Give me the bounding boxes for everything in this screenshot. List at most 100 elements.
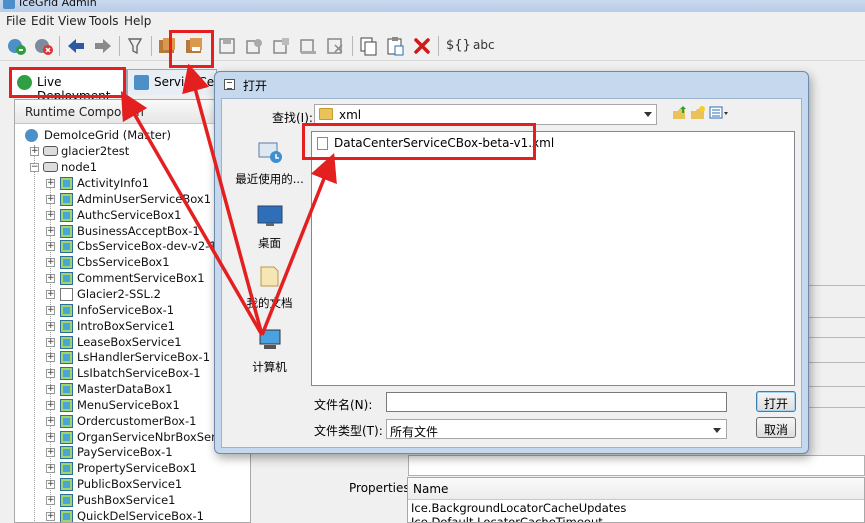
place-computer[interactable]: 计算机	[229, 327, 310, 375]
tree-label: LeaseBoxService1	[77, 334, 182, 349]
place-label: 最近使用的...	[235, 172, 304, 186]
cancel-button[interactable]: 取消	[756, 417, 796, 438]
tab-live-deployment[interactable]: Live Deployment	[10, 69, 127, 103]
expand-icon[interactable]: +	[46, 353, 55, 363]
expand-icon[interactable]: +	[46, 385, 55, 395]
expand-icon[interactable]: +	[46, 305, 55, 315]
menu-file[interactable]: File	[6, 14, 26, 28]
substitute-variables-button[interactable]: ${}	[446, 38, 471, 53]
place-recent[interactable]: 最近使用的...	[229, 139, 310, 187]
view-menu-icon[interactable]	[709, 105, 729, 121]
paste-icon[interactable]	[384, 35, 406, 57]
toolbar-separator	[352, 36, 353, 56]
tree-label: AdminUserServiceBox1	[77, 191, 212, 206]
application-icon	[134, 75, 149, 90]
expand-icon[interactable]: +	[46, 179, 55, 188]
tree-label: QuickDelServiceBox-1	[77, 508, 204, 523]
open-file-icon[interactable]	[183, 35, 205, 57]
chevron-down-icon	[644, 112, 652, 117]
logout-icon[interactable]	[33, 35, 55, 57]
filetype-label: 文件类型(T):	[314, 424, 383, 438]
save-to-file-icon[interactable]	[270, 35, 292, 57]
tree-label: PropertyServiceBox1	[77, 461, 197, 476]
place-documents[interactable]: 我的文档	[229, 263, 310, 311]
tree-guide-line	[34, 145, 35, 522]
filename-input[interactable]	[386, 392, 727, 412]
tree-label: MasterDataBox1	[77, 382, 173, 397]
toolbar: ${} abc	[0, 31, 865, 61]
server-icon	[60, 446, 73, 460]
collapse-icon[interactable]: −	[30, 163, 39, 172]
expand-icon[interactable]: +	[46, 337, 55, 347]
server-icon	[60, 462, 73, 476]
save-icon[interactable]	[216, 35, 238, 57]
open-button[interactable]: 打开	[756, 391, 796, 412]
server-icon	[60, 509, 73, 522]
app-icon	[3, 0, 15, 9]
filename-label: 文件名(N):	[314, 398, 373, 412]
expand-icon[interactable]: +	[46, 480, 55, 490]
open-from-registry-icon[interactable]	[156, 35, 178, 57]
back-arrow-icon[interactable]	[65, 35, 87, 57]
lookin-dropdown[interactable]: xml	[314, 104, 657, 125]
file-name: DataCenterServiceCBox-beta-v1.xml	[334, 136, 555, 150]
delete-app-icon[interactable]	[324, 35, 346, 57]
filetype-select[interactable]: 所有文件	[386, 419, 727, 439]
tree-label: OrdercustomerBox-1	[77, 413, 197, 428]
expand-icon[interactable]: +	[46, 194, 55, 204]
file-list: DataCenterServiceCBox-beta-v1.xml	[311, 131, 795, 386]
expand-icon[interactable]: +	[46, 400, 55, 410]
show-text-button[interactable]: abc	[473, 38, 495, 52]
server-icon	[60, 208, 73, 222]
tree-label: AuthcServiceBox1	[77, 207, 182, 222]
filter-icon[interactable]	[124, 35, 146, 57]
server-icon	[60, 224, 73, 238]
login-icon[interactable]	[6, 35, 28, 57]
menu-view[interactable]: View	[58, 14, 86, 28]
menu-help[interactable]: Help	[124, 14, 151, 28]
expand-icon[interactable]: +	[46, 432, 55, 442]
menu-tools[interactable]: Tools	[89, 14, 119, 28]
expand-icon[interactable]: +	[30, 147, 39, 156]
server-icon	[60, 494, 73, 507]
save-to-registry-icon[interactable]	[243, 35, 265, 57]
toolbar-separator	[438, 36, 439, 56]
forward-arrow-icon[interactable]	[92, 35, 114, 57]
expand-icon[interactable]: +	[46, 242, 55, 252]
expand-icon[interactable]: +	[46, 274, 55, 284]
expand-icon[interactable]: +	[46, 289, 55, 299]
expand-icon[interactable]: +	[46, 448, 55, 458]
documents-folder-icon	[260, 266, 278, 287]
properties-header[interactable]: Name	[408, 478, 864, 500]
recent-places-icon	[258, 142, 282, 163]
up-folder-icon[interactable]	[671, 105, 687, 121]
expand-icon[interactable]: +	[46, 416, 55, 426]
expand-icon[interactable]: +	[46, 511, 55, 521]
expand-icon[interactable]: +	[46, 226, 55, 236]
places-bar: 最近使用的... 桌面 我的文档 计算机	[229, 131, 310, 447]
new-folder-icon[interactable]	[690, 105, 706, 121]
delete-icon[interactable]	[411, 35, 433, 57]
table-row[interactable]: Ice.BackgroundLocatorCacheUpdates	[408, 500, 864, 515]
tree-label: LsHandlerServiceBox-1	[77, 350, 211, 365]
server-icon	[60, 256, 73, 270]
expand-icon[interactable]: +	[46, 321, 55, 331]
tree-label: InfoServiceBox-1	[77, 302, 175, 317]
copy-icon[interactable]	[357, 35, 379, 57]
discard-icon[interactable]	[297, 35, 319, 57]
tab-servicecenter[interactable]: ServiceCen	[127, 69, 222, 95]
table-row[interactable]: Ice.Default.LocatorCacheTimeout	[408, 514, 864, 522]
expand-icon[interactable]: +	[46, 496, 55, 505]
expand-icon[interactable]: +	[46, 210, 55, 220]
globe-icon	[17, 75, 32, 90]
place-label: 桌面	[258, 236, 281, 250]
expand-icon[interactable]: +	[46, 464, 55, 474]
server-icon	[60, 478, 73, 492]
server-icon	[60, 303, 73, 317]
expand-icon[interactable]: +	[46, 369, 55, 379]
expand-icon[interactable]: +	[46, 258, 55, 268]
toolbar-separator	[119, 36, 120, 56]
place-desktop[interactable]: 桌面	[229, 203, 310, 251]
properties-label: Properties	[349, 481, 410, 495]
menu-edit[interactable]: Edit	[31, 14, 54, 28]
